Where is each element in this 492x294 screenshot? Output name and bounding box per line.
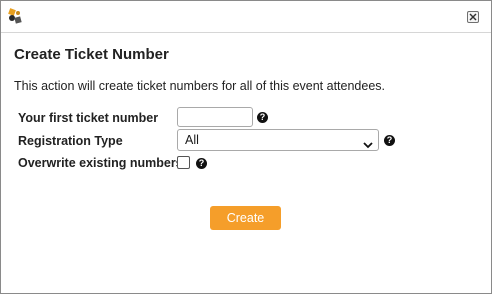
- overwrite-help-icon[interactable]: ?: [196, 158, 207, 169]
- overwrite-label: Overwrite existing numbers: [18, 156, 183, 170]
- dialog-title: Create Ticket Number: [14, 46, 169, 63]
- app-icon: [8, 8, 22, 24]
- registration-type-help-icon[interactable]: ?: [384, 135, 395, 146]
- first-ticket-input[interactable]: [177, 107, 253, 127]
- title-divider: [1, 32, 491, 33]
- create-button[interactable]: Create: [210, 206, 281, 230]
- first-ticket-help-icon[interactable]: ?: [257, 112, 268, 123]
- close-icon: [469, 13, 477, 21]
- chevron-down-icon: [363, 136, 373, 154]
- registration-type-select[interactable]: All: [177, 129, 379, 151]
- dialog-description: This action will create ticket numbers f…: [14, 79, 386, 93]
- dialog-window: Create Ticket Number This action will cr…: [0, 0, 492, 294]
- registration-type-value: All: [185, 133, 199, 147]
- close-button[interactable]: [467, 11, 479, 23]
- overwrite-checkbox[interactable]: [177, 156, 190, 169]
- registration-type-label: Registration Type: [18, 134, 123, 148]
- first-ticket-label: Your first ticket number: [18, 111, 159, 125]
- title-bar: [1, 1, 491, 31]
